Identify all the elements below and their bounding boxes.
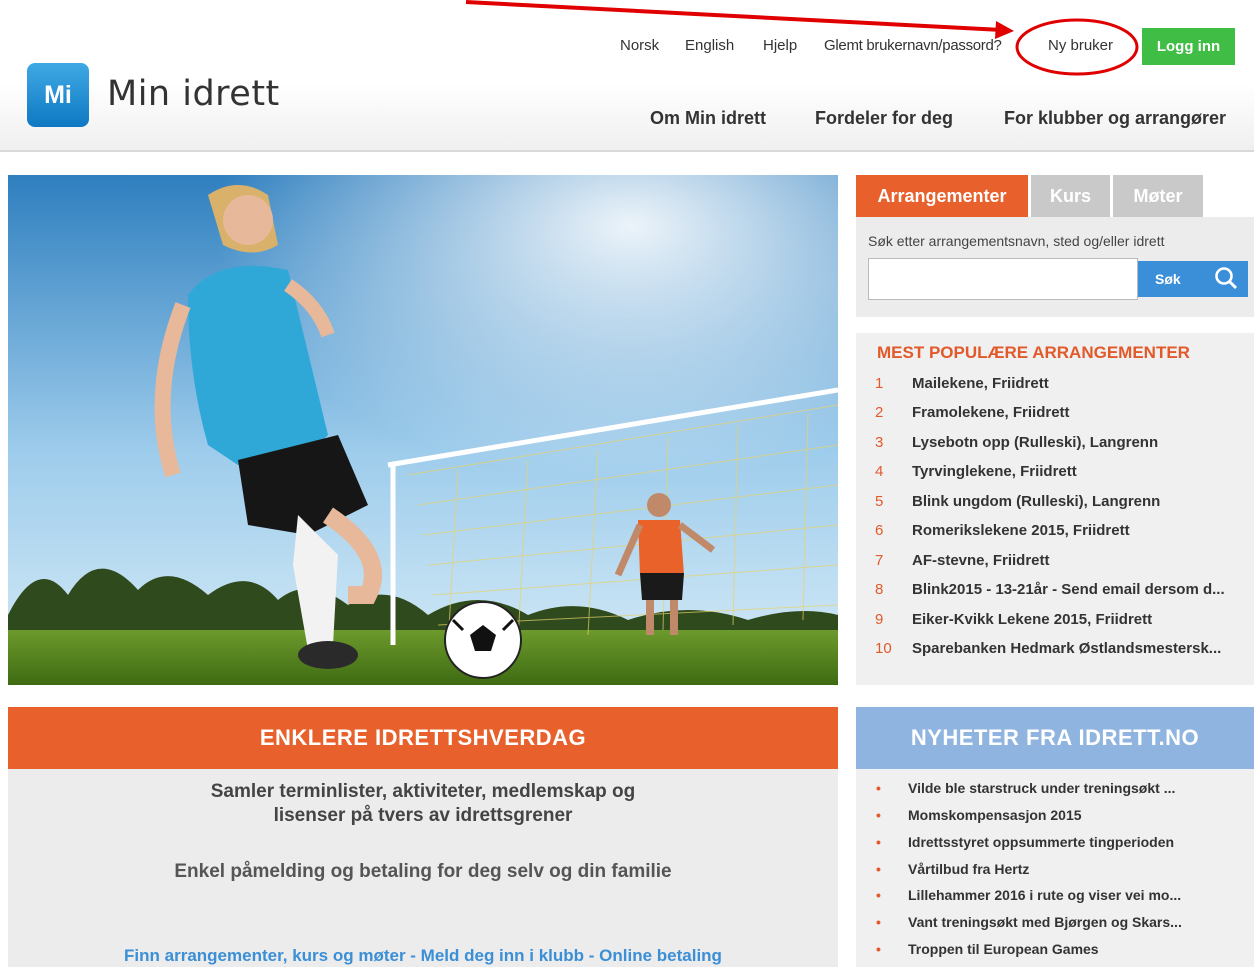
- feature-line-1: Samler terminlister, aktiviteter, medlem…: [210, 781, 636, 802]
- feature-title: ENKLERE IDRETTSHVERDAG: [8, 707, 838, 769]
- news-item-link[interactable]: Momskompensasjon 2015: [908, 807, 1082, 823]
- search-button[interactable]: Søk: [1138, 261, 1248, 297]
- bullet-icon: •: [876, 941, 881, 957]
- list-item-link[interactable]: Eiker-Kvikk Lekene 2015, Friidrett: [912, 611, 1152, 628]
- list-item-number: 9: [875, 611, 884, 628]
- list-item-link[interactable]: Tyrvinglekene, Friidrett: [912, 463, 1077, 480]
- news-item-link[interactable]: Vårtilbud fra Hertz: [908, 861, 1029, 877]
- new-user-link[interactable]: Ny bruker: [1048, 37, 1113, 54]
- news-item-link[interactable]: Lillehammer 2016 i rute og viser vei mo.…: [908, 887, 1181, 903]
- tab-kurs[interactable]: Kurs: [1031, 175, 1110, 217]
- list-item-link[interactable]: Romerikslekene 2015, Friidrett: [912, 522, 1130, 539]
- list-item-number: 4: [875, 463, 884, 480]
- search-button-label: Søk: [1155, 271, 1181, 287]
- logo-text[interactable]: Min idrett: [107, 74, 280, 114]
- list-item-link[interactable]: Sparebanken Hedmark Østlandsmestersk...: [912, 640, 1221, 657]
- list-item-number: 6: [875, 522, 884, 539]
- feature-line-2: lisenser på tvers av idrettsgrener: [273, 805, 573, 826]
- bullet-icon: •: [876, 887, 881, 903]
- search-icon: [1215, 267, 1238, 290]
- list-item-number: 1: [875, 375, 884, 392]
- popular-events-title: MEST POPULÆRE ARRANGEMENTER: [877, 343, 1190, 362]
- list-item-link[interactable]: Mailekene, Friidrett: [912, 375, 1049, 392]
- list-item-number: 7: [875, 552, 884, 569]
- list-item-number: 5: [875, 493, 884, 510]
- list-item-link[interactable]: Lysebotn opp (Rulleski), Langrenn: [912, 434, 1158, 451]
- news-item-link[interactable]: Vant treningsøkt med Bjørgen og Skars...: [908, 914, 1182, 930]
- news-item-link[interactable]: Troppen til European Games: [908, 941, 1099, 957]
- bullet-icon: •: [876, 780, 881, 796]
- news-item-link[interactable]: Vilde ble starstruck under treningsøkt .…: [908, 780, 1175, 796]
- list-item-number: 2: [875, 404, 884, 421]
- tab-moter[interactable]: Møter: [1113, 175, 1203, 217]
- list-item-link[interactable]: AF-stevne, Friidrett: [912, 552, 1050, 569]
- list-item-number: 8: [875, 581, 884, 598]
- login-button[interactable]: Logg inn: [1142, 28, 1235, 65]
- logo-badge[interactable]: Mi: [27, 63, 89, 127]
- list-item-number: 3: [875, 434, 884, 451]
- list-item-link[interactable]: Blink2015 - 13-21år - Send email dersom …: [912, 581, 1225, 598]
- hero-image: [8, 175, 838, 685]
- search-hint: Søk etter arrangementsnavn, sted og/elle…: [868, 233, 1165, 249]
- lang-norsk-link[interactable]: Norsk: [620, 37, 659, 54]
- bullet-icon: •: [876, 861, 881, 877]
- help-link[interactable]: Hjelp: [763, 37, 797, 54]
- list-item-number: 10: [875, 640, 892, 657]
- bullet-icon: •: [876, 834, 881, 850]
- nav-clubs[interactable]: For klubber og arrangører: [1004, 108, 1226, 129]
- bullet-icon: •: [876, 914, 881, 930]
- feature-cta-link[interactable]: Finn arrangementer, kurs og møter - Meld…: [8, 946, 838, 966]
- nav-about[interactable]: Om Min idrett: [650, 108, 766, 129]
- news-title: NYHETER FRA IDRETT.NO: [856, 707, 1254, 769]
- news-item-link[interactable]: Idrettsstyret oppsummerte tingperioden: [908, 834, 1174, 850]
- feature-line-3: Enkel påmelding og betaling for deg selv…: [174, 861, 672, 882]
- tab-arrangementer[interactable]: Arrangementer: [856, 175, 1028, 217]
- nav-benefits[interactable]: Fordeler for deg: [815, 108, 953, 129]
- list-item-link[interactable]: Framolekene, Friidrett: [912, 404, 1070, 421]
- lang-english-link[interactable]: English: [685, 37, 734, 54]
- forgot-credentials-link[interactable]: Glemt brukernavn/passord?: [824, 37, 1002, 54]
- search-input[interactable]: [868, 258, 1138, 300]
- bullet-icon: •: [876, 807, 881, 823]
- list-item-link[interactable]: Blink ungdom (Rulleski), Langrenn: [912, 493, 1160, 510]
